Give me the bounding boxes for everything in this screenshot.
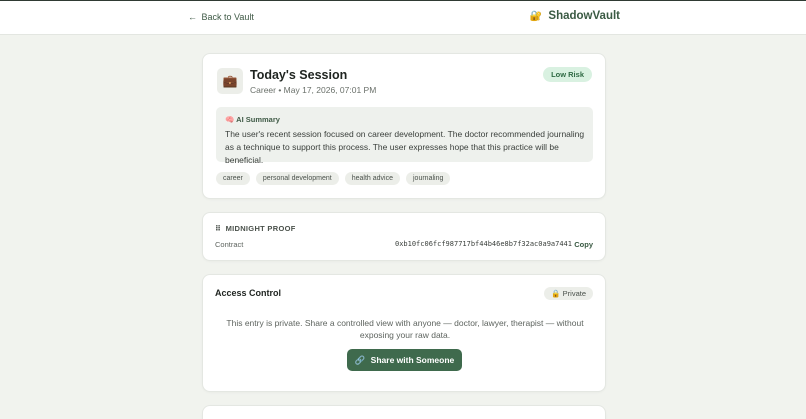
contract-label: Contract	[215, 240, 244, 249]
tag-career: career	[216, 172, 250, 185]
session-card: 💼 Today's Session Career • May 17, 2026,…	[202, 53, 606, 199]
back-to-vault-link[interactable]: ← Back to Vault	[188, 12, 254, 22]
arrow-left-icon: ←	[188, 12, 197, 22]
session-meta: Career • May 17, 2026, 07:01 PM	[250, 85, 377, 95]
ai-summary-text: The user's recent session focused on car…	[225, 129, 585, 165]
tag-personal-development: personal development	[255, 172, 339, 185]
briefcase-icon: 💼	[217, 68, 243, 94]
private-badge: 🔒 Private	[544, 287, 593, 300]
access-description: This entry is private. Share a controlle…	[226, 318, 584, 340]
session-title: Today's Session	[250, 68, 348, 82]
ai-summary-title: AI Summary	[236, 115, 280, 124]
contract-address: 0xb10fc06fcf987717bf44b46e8b7f32ac0a9a74…	[394, 240, 572, 248]
tag-health-advice: health advice	[344, 172, 400, 185]
brand: 🔐 ShadowVault	[530, 10, 620, 22]
tag-list: career personal development health advic…	[216, 172, 451, 185]
tag-journaling: journaling	[406, 172, 451, 185]
session-icon-glyph: 💼	[222, 74, 238, 88]
midnight-proof-label: ⠿ MIDNIGHT PROOF	[215, 224, 296, 233]
midnight-proof-title: MIDNIGHT PROOF	[225, 224, 296, 233]
access-control-title: Access Control	[215, 288, 282, 298]
private-badge-label: Private	[562, 289, 586, 298]
access-control-card: Access Control 🔒 Private This entry is p…	[202, 274, 606, 392]
share-button-label: Share with Someone	[370, 355, 455, 365]
brand-name: ShadowVault	[548, 10, 620, 22]
next-card	[202, 405, 606, 419]
back-link-label: Back to Vault	[201, 12, 254, 22]
copy-button[interactable]: Copy	[574, 240, 593, 249]
link-icon: 🔗	[354, 355, 366, 365]
brain-icon: 🧠	[225, 115, 235, 124]
midnight-proof-card: ⠿ MIDNIGHT PROOF Contract 0xb10fc06fcf98…	[202, 212, 606, 261]
vault-lock-icon: 🔐	[529, 11, 543, 22]
share-with-someone-button[interactable]: 🔗 Share with Someone	[347, 349, 462, 371]
ai-summary-label: 🧠 AI Summary	[225, 115, 280, 124]
grid-dots-icon: ⠿	[215, 224, 222, 233]
ai-summary-box: 🧠 AI Summary The user's recent session f…	[216, 107, 593, 165]
lock-icon: 🔒	[551, 289, 561, 298]
top-bar: ← Back to Vault 🔐 ShadowVault	[0, 0, 806, 35]
risk-badge: Low Risk	[543, 67, 592, 82]
